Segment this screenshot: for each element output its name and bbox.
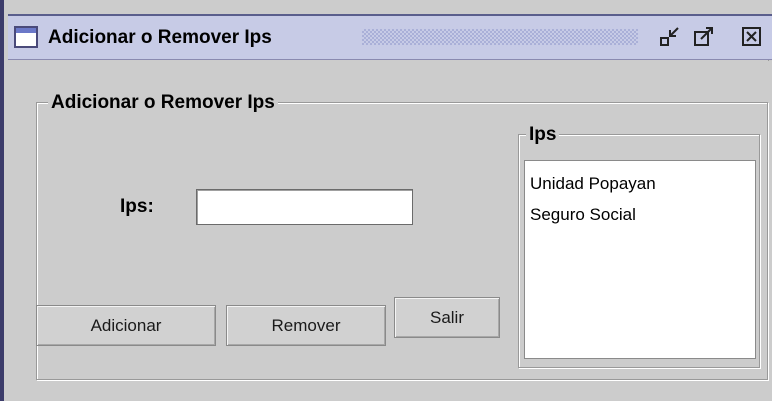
ips-list[interactable]: Unidad Popayan Seguro Social bbox=[524, 160, 756, 359]
close-button[interactable] bbox=[740, 25, 764, 49]
app-window: Adicionar o Remover Ips Adicionar o Remo… bbox=[0, 0, 772, 401]
title-bar[interactable]: Adicionar o Remover Ips bbox=[8, 14, 772, 60]
add-button[interactable]: Adicionar bbox=[36, 305, 216, 346]
window-title: Adicionar o Remover Ips bbox=[48, 27, 272, 48]
remove-button[interactable]: Remover bbox=[226, 305, 386, 346]
ips-group-title: Ips bbox=[526, 124, 560, 146]
minimize-button[interactable] bbox=[658, 25, 682, 49]
exit-button[interactable]: Salir bbox=[394, 297, 500, 338]
title-drag-area[interactable] bbox=[362, 29, 638, 45]
close-icon bbox=[742, 27, 761, 46]
maximize-button[interactable] bbox=[692, 25, 716, 49]
list-item[interactable]: Unidad Popayan bbox=[530, 174, 656, 194]
minimize-icon bbox=[660, 27, 679, 46]
list-item[interactable]: Seguro Social bbox=[530, 205, 636, 225]
window-icon bbox=[14, 26, 38, 48]
form-group-title: Adicionar o Remover Ips bbox=[48, 92, 278, 114]
ips-input[interactable] bbox=[196, 189, 413, 225]
maximize-icon bbox=[694, 27, 713, 46]
ips-field-label: Ips: bbox=[120, 196, 154, 217]
